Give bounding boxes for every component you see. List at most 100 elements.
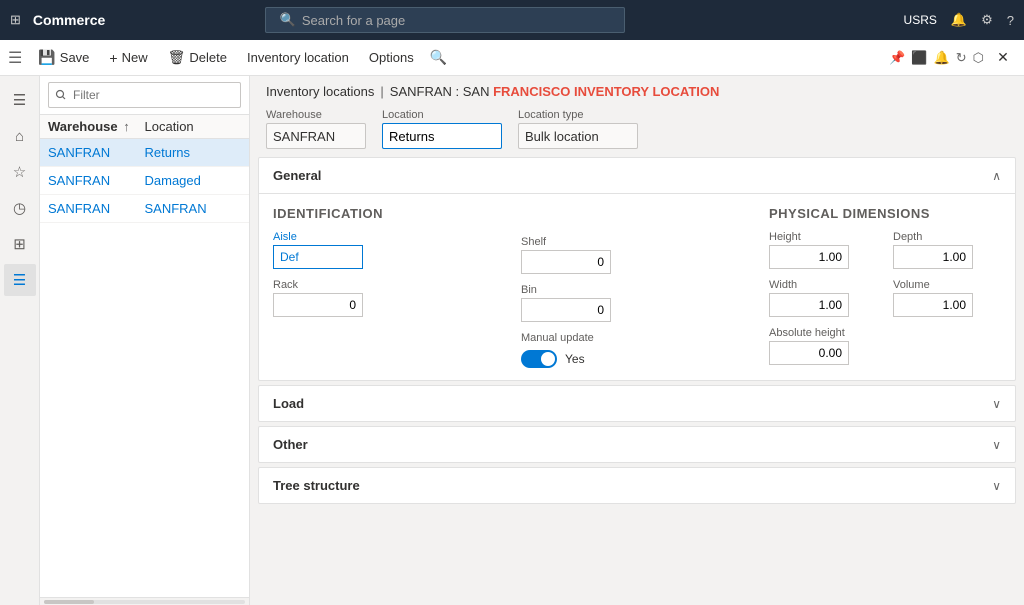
other-collapse-icon[interactable]: ∨: [992, 438, 1001, 452]
row-warehouse: SANFRAN: [48, 145, 145, 160]
list-item[interactable]: SANFRAN SANFRAN: [40, 195, 249, 223]
gear-icon[interactable]: ⚙: [981, 12, 993, 28]
main-layout: ☰ ⌂ ☆ ◷ ⊞ ☰ Warehouse ↑ Location SANFRAN…: [0, 76, 1024, 605]
search-bar[interactable]: 🔍 Search for a page: [265, 7, 625, 33]
volume-label: Volume: [893, 279, 1001, 291]
location-field: Location: [382, 109, 502, 149]
close-button[interactable]: ✕: [990, 45, 1016, 71]
volume-input[interactable]: [893, 293, 973, 317]
bin-input[interactable]: [521, 298, 611, 322]
sort-arrow-icon[interactable]: ↑: [123, 119, 130, 134]
absolute-height-label: Absolute height: [769, 327, 1001, 339]
identification-header: IDENTIFICATION: [273, 206, 505, 221]
help-icon[interactable]: ?: [1007, 13, 1014, 28]
list-panel: Warehouse ↑ Location SANFRAN Returns SAN…: [40, 76, 250, 605]
user-label: USRS: [904, 13, 937, 27]
height-label: Height: [769, 231, 877, 243]
absolute-height-input[interactable]: [769, 341, 849, 365]
inventory-location-button[interactable]: Inventory location: [239, 46, 357, 69]
list-scrollbar[interactable]: [40, 597, 249, 605]
sidebar-star-icon[interactable]: ☆: [4, 156, 36, 188]
load-collapse-icon[interactable]: ∨: [992, 397, 1001, 411]
load-section-header[interactable]: Load ∨: [259, 386, 1015, 421]
list-item[interactable]: SANFRAN Returns: [40, 139, 249, 167]
list-item[interactable]: SANFRAN Damaged: [40, 167, 249, 195]
grid-icon[interactable]: ⊞: [10, 12, 21, 28]
new-label: New: [122, 50, 148, 65]
location-type-label: Location type: [518, 109, 638, 121]
rack-input[interactable]: [273, 293, 363, 317]
list-rows: SANFRAN Returns SANFRAN Damaged SANFRAN …: [40, 139, 249, 597]
scrollbar-track: [44, 600, 245, 604]
shelf-bin-col: Shelf Bin Manual update: [521, 206, 753, 368]
command-search-icon[interactable]: 🔍: [430, 49, 447, 66]
pin-icon[interactable]: 📌: [889, 50, 905, 66]
shelf-input[interactable]: [521, 250, 611, 274]
height-input[interactable]: [769, 245, 849, 269]
manual-update-value: Yes: [565, 352, 585, 366]
tree-structure-section-header[interactable]: Tree structure ∨: [259, 468, 1015, 503]
general-section-header[interactable]: General ∧: [259, 158, 1015, 194]
command-bar: ☰ 💾 Save + New 🗑 Delete Inventory locati…: [0, 40, 1024, 76]
shelf-label: Shelf: [521, 236, 753, 248]
breadcrumb-highlight: FRANCISCO INVENTORY LOCATION: [493, 84, 719, 99]
general-section: General ∧ IDENTIFICATION Aisle Def: [258, 157, 1016, 381]
location-column-header: Location: [145, 119, 242, 134]
content-area: Inventory locations | SANFRAN : SAN FRAN…: [250, 76, 1024, 605]
search-icon: 🔍: [280, 12, 296, 28]
tree-structure-title: Tree structure: [273, 478, 360, 493]
aisle-value[interactable]: Def: [273, 245, 363, 269]
new-icon: +: [109, 50, 117, 66]
bin-label: Bin: [521, 284, 753, 296]
other-section: Other ∨: [258, 426, 1016, 463]
other-section-header[interactable]: Other ∨: [259, 427, 1015, 462]
location-input[interactable]: [382, 123, 502, 149]
depth-field: Depth: [893, 231, 1001, 269]
warehouse-field: Warehouse SANFRAN: [266, 109, 366, 149]
new-button[interactable]: + New: [101, 46, 155, 70]
sidebar-list-icon[interactable]: ☰: [4, 264, 36, 296]
sidebar-modules-icon[interactable]: ⊞: [4, 228, 36, 260]
volume-field: Volume: [893, 279, 1001, 317]
refresh-icon[interactable]: ↻: [956, 50, 967, 66]
delete-button[interactable]: 🗑 Delete: [160, 45, 235, 70]
width-input[interactable]: [769, 293, 849, 317]
hamburger-icon[interactable]: ☰: [8, 48, 22, 68]
office-icon[interactable]: ⬛: [911, 50, 927, 66]
location-type-field: Location type Bulk location: [518, 109, 638, 149]
load-title: Load: [273, 396, 304, 411]
tree-structure-collapse-icon[interactable]: ∨: [992, 479, 1001, 493]
depth-input[interactable]: [893, 245, 973, 269]
other-title: Other: [273, 437, 308, 452]
search-placeholder: Search for a page: [302, 13, 405, 28]
warehouse-column-header: Warehouse ↑: [48, 119, 145, 134]
shelf-field: Shelf: [521, 236, 753, 274]
location-type-value: Bulk location: [518, 123, 638, 149]
absolute-height-field: Absolute height: [769, 327, 1001, 365]
save-button[interactable]: 💾 Save: [30, 45, 97, 70]
tree-structure-section: Tree structure ∨: [258, 467, 1016, 504]
top-nav: ⊞ Commerce 🔍 Search for a page USRS 🔔 ⚙ …: [0, 0, 1024, 40]
row-warehouse: SANFRAN: [48, 173, 145, 188]
identification-col: IDENTIFICATION Aisle Def Rack: [273, 206, 505, 368]
list-filter: [40, 76, 249, 115]
window-controls: 📌 ⬛ 🔔 ↻ ⬡ ✕: [889, 45, 1016, 71]
rack-label: Rack: [273, 279, 505, 291]
warehouse-label: Warehouse: [266, 109, 366, 121]
general-collapse-icon[interactable]: ∧: [992, 169, 1001, 183]
width-label: Width: [769, 279, 877, 291]
warehouse-value: SANFRAN: [266, 123, 366, 149]
manual-update-toggle[interactable]: [521, 350, 557, 368]
load-section: Load ∨: [258, 385, 1016, 422]
aisle-label: Aisle: [273, 231, 505, 243]
manual-update-field: Manual update Yes: [521, 332, 753, 368]
sidebar-recent-icon[interactable]: ◷: [4, 192, 36, 224]
sidebar-home-icon[interactable]: ⌂: [4, 120, 36, 152]
sidebar-menu-icon[interactable]: ☰: [4, 84, 36, 116]
options-button[interactable]: Options: [361, 46, 422, 69]
popout-icon[interactable]: ⬡: [973, 50, 984, 66]
filter-input[interactable]: [48, 82, 241, 108]
general-section-body: IDENTIFICATION Aisle Def Rack: [259, 194, 1015, 380]
notification-badge[interactable]: 🔔: [934, 50, 950, 66]
bell-icon[interactable]: 🔔: [951, 12, 967, 28]
